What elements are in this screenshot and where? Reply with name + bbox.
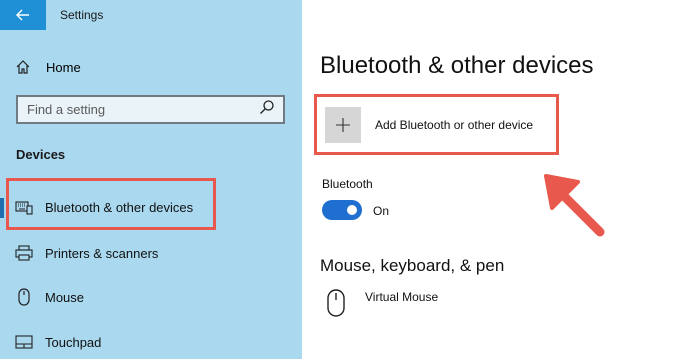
- add-device-label: Add Bluetooth or other device: [375, 118, 534, 132]
- mouse-icon: [326, 288, 346, 323]
- title-bar: Settings: [0, 0, 302, 30]
- plus-icon: [325, 107, 361, 143]
- add-device-button[interactable]: Add Bluetooth or other device: [325, 105, 553, 145]
- sidebar-item-label: Printers & scanners: [45, 245, 159, 261]
- bluetooth-devices-icon: [14, 197, 34, 217]
- bluetooth-state: On: [373, 204, 390, 218]
- back-button[interactable]: [0, 0, 46, 30]
- main-content: Bluetooth & other devices Add Bluetooth …: [302, 0, 678, 359]
- sidebar-item-label: Touchpad: [45, 334, 102, 350]
- search-box[interactable]: [16, 95, 285, 124]
- home-icon: [14, 58, 32, 76]
- search-input[interactable]: [27, 102, 247, 117]
- sidebar-item-printers[interactable]: Printers & scanners: [0, 235, 302, 271]
- window-title: Settings: [60, 8, 104, 22]
- touchpad-icon: [14, 332, 34, 352]
- bluetooth-label: Bluetooth: [322, 177, 373, 191]
- sidebar-item-label: Bluetooth & other devices: [45, 199, 194, 215]
- page-title: Bluetooth & other devices: [320, 52, 594, 79]
- selected-indicator: [0, 198, 4, 218]
- highlight-box-add-device: Add Bluetooth or other device: [314, 94, 559, 155]
- sidebar-item-mouse[interactable]: Mouse: [0, 279, 302, 315]
- arrow-left-icon: [16, 9, 29, 21]
- section-title-devices: Devices: [16, 147, 66, 162]
- mouse-icon: [14, 287, 34, 307]
- sidebar-item-bluetooth[interactable]: Bluetooth & other devices: [0, 189, 302, 225]
- nav-home-label: Home: [46, 59, 81, 75]
- bluetooth-toggle[interactable]: [322, 200, 362, 220]
- toggle-knob: [347, 205, 357, 215]
- sidebar-item-label: Mouse: [45, 289, 85, 305]
- printer-icon: [14, 243, 34, 263]
- device-label: Virtual Mouse: [365, 290, 439, 304]
- device-item-virtual-mouse[interactable]: Virtual Mouse: [326, 286, 526, 326]
- nav-home[interactable]: Home: [14, 56, 81, 78]
- sidebar-item-touchpad[interactable]: Touchpad: [0, 324, 302, 359]
- section-title-mouse-keyboard-pen: Mouse, keyboard, & pen: [320, 256, 505, 275]
- settings-sidebar: Settings Home Devices Bluetooth: [0, 0, 302, 359]
- search-icon[interactable]: [259, 99, 275, 120]
